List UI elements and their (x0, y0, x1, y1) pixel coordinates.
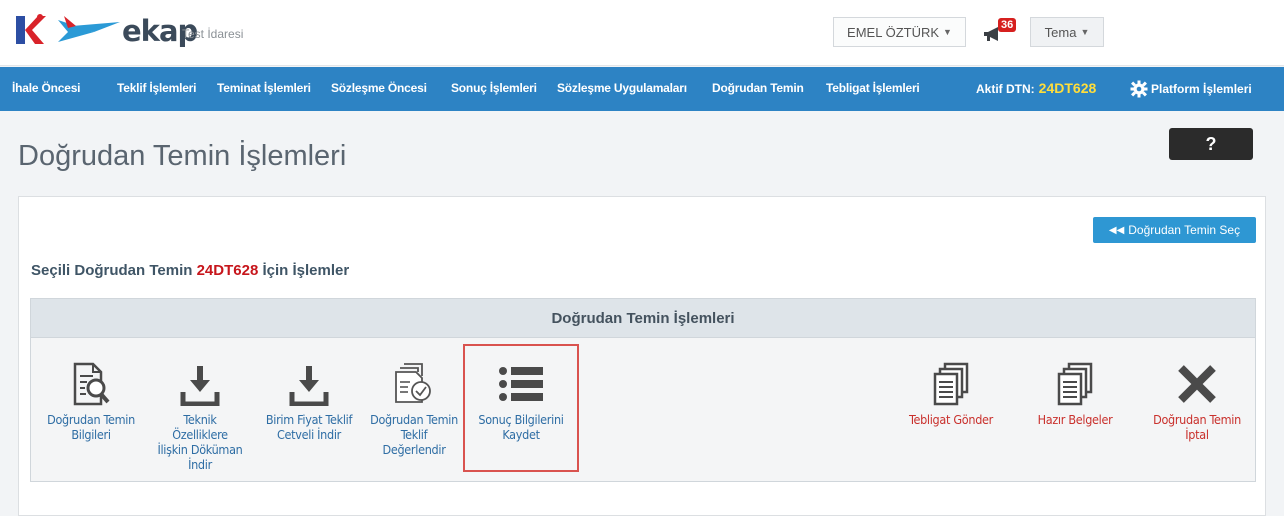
notification-badge: 36 (998, 18, 1017, 32)
op-label-line: İndir (188, 457, 212, 472)
org-name: Test İdaresi (182, 27, 244, 41)
caret-down-icon: ▼ (1080, 27, 1090, 37)
op-label: Birim Fiyat Teklif Cetveli İndir (254, 412, 364, 442)
select-direct-procurement-button[interactable]: ◀◀ Doğrudan Temin Seç (1093, 217, 1256, 243)
k-logo-icon (16, 14, 46, 44)
op-label-line: Doğrudan Temin (370, 412, 458, 427)
op-label-line: Bilgileri (71, 427, 111, 442)
op-label: Doğrudan Temin Bilgileri (32, 412, 150, 442)
nav-sozlesme-oncesi[interactable]: Sözleşme Öncesi (331, 81, 427, 95)
op-label-line: Tebligat Gönder (909, 412, 993, 427)
nav-teklif-islemleri[interactable]: Teklif İşlemleri (117, 81, 196, 95)
section-title-code: 24DT628 (196, 262, 259, 279)
op-label-line: İlişkin Döküman (157, 442, 243, 457)
platform-menu[interactable]: Platform İşlemleri (1130, 80, 1252, 98)
document-search-icon (73, 362, 110, 406)
section-title-suffix: İçin İşlemler (262, 262, 350, 279)
documents-icon (1057, 362, 1093, 406)
cancel-icon (1178, 365, 1216, 403)
op-cancel-direct-procurement[interactable]: Doğrudan Temin İptal (1138, 362, 1256, 442)
caret-down-icon: ▼ (943, 27, 952, 37)
op-label: Tebligat Gönder (896, 412, 1006, 427)
nav-sozlesme-uygulamalari[interactable]: Sözleşme Uygulamaları (557, 81, 687, 95)
op-label-line: Teklif (400, 427, 428, 442)
op-label-line: Birim Fiyat Teklif (265, 412, 353, 427)
notifications-button[interactable]: 36 (984, 18, 1024, 46)
nav-tebligat-islemleri[interactable]: Tebligat İşlemleri (826, 81, 920, 95)
top-bar: ekap Test İdaresi EMEL ÖZTÜRK ▼ 36 Tema … (0, 0, 1284, 66)
operations-header: Doğrudan Temin İşlemleri (30, 298, 1256, 338)
nav-teminat-islemleri[interactable]: Teminat İşlemleri (217, 81, 311, 95)
user-menu-button[interactable]: EMEL ÖZTÜRK ▼ (833, 17, 966, 47)
op-label: Teknik Özelliklere İlişkin Döküman İndir (150, 412, 250, 472)
section-title: Seçili Doğrudan Temin 24DT628 İçin İşlem… (31, 262, 349, 279)
op-label-line: Doğrudan Temin (1153, 412, 1241, 427)
active-dtn: Aktif DTN: 24DT628 (976, 80, 1096, 96)
gear-icon (1130, 80, 1148, 98)
op-evaluate-offers[interactable]: Doğrudan Temin Teklif Değerlendir (364, 362, 464, 457)
op-send-notification[interactable]: Tebligat Gönder (896, 362, 1006, 427)
op-label-line: Hazır Belgeler (1037, 412, 1113, 427)
nav-sonuc-islemleri[interactable]: Sonuç İşlemleri (451, 81, 537, 95)
active-dtn-code: 24DT628 (1038, 80, 1097, 96)
double-chevron-left-icon: ◀◀ (1108, 224, 1125, 236)
document-check-icon (395, 363, 431, 403)
op-ready-documents[interactable]: Hazır Belgeler (1020, 362, 1130, 427)
bird-logo-icon (58, 16, 120, 42)
op-label-line: Doğrudan Temin (47, 412, 135, 427)
page-title: Doğrudan Temin İşlemleri (18, 140, 347, 172)
op-label: Doğrudan Temin İptal (1138, 412, 1256, 442)
nav-dogrudan-temin[interactable]: Doğrudan Temin (712, 81, 804, 95)
main-nav: İhale Öncesi Teklif İşlemleri Teminat İş… (0, 67, 1284, 111)
platform-menu-label: Platform İşlemleri (1151, 82, 1252, 96)
op-label: Doğrudan Temin Teklif Değerlendir (364, 412, 464, 457)
op-label: Hazır Belgeler (1020, 412, 1130, 427)
help-button[interactable]: ? (1169, 128, 1253, 160)
documents-icon (933, 362, 969, 406)
user-name: EMEL ÖZTÜRK (847, 24, 940, 40)
op-label-line: İptal (1185, 427, 1209, 442)
op-download-technical-docs[interactable]: Teknik Özelliklere İlişkin Döküman İndir (150, 362, 250, 472)
op-label-line: Değerlendir (382, 442, 446, 457)
section-title-prefix: Seçili Doğrudan Temin (31, 262, 193, 279)
nav-ihale-oncesi[interactable]: İhale Öncesi (12, 81, 81, 95)
download-icon (289, 366, 329, 406)
op-label-line: Teknik (183, 412, 217, 427)
download-icon (180, 366, 220, 406)
select-button-label: Doğrudan Temin Seç (1128, 223, 1241, 237)
op-direct-procurement-info[interactable]: Doğrudan Temin Bilgileri (32, 362, 150, 442)
op-label-line: Özelliklere (172, 427, 228, 442)
theme-menu-button[interactable]: Tema ▼ (1030, 17, 1104, 47)
op-label-line: Cetveli İndir (276, 427, 341, 442)
active-dtn-label: Aktif DTN: (976, 82, 1035, 96)
highlight-box (463, 344, 579, 472)
theme-label: Tema (1044, 24, 1077, 40)
op-download-unit-price-table[interactable]: Birim Fiyat Teklif Cetveli İndir (254, 362, 364, 442)
